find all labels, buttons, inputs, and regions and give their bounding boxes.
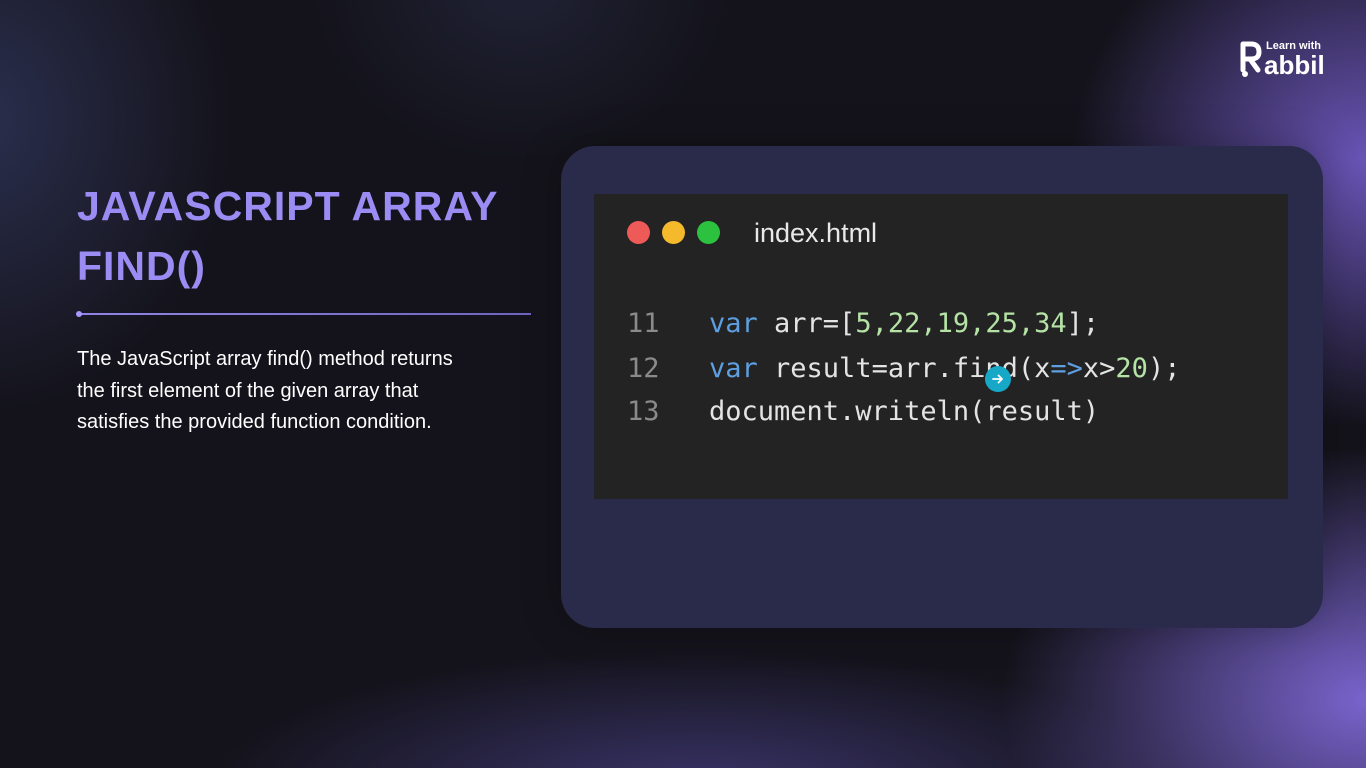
code-text: document.writeln(result) — [709, 396, 1100, 427]
code-numbers: 5,22,19,25,34 — [855, 308, 1067, 339]
slide-title-line-1: JAVASCRIPT ARRAY — [77, 183, 499, 229]
code-number: 20 — [1115, 353, 1148, 384]
code-arrow-operator: => — [1050, 353, 1083, 384]
description-line-2: the first element of the given array tha… — [77, 379, 419, 402]
logo-name-rest: abbil — [1264, 50, 1325, 80]
logo-name: abbil — [1264, 50, 1325, 80]
minimize-dot-icon — [662, 221, 685, 244]
rabbil-logo-icon — [1240, 41, 1262, 77]
maximize-dot-icon — [697, 221, 720, 244]
line-number: 11 — [627, 308, 660, 339]
code-line: 13 document.writeln(result) — [627, 392, 1099, 432]
divider-dot — [76, 311, 82, 317]
description-line-1: The JavaScript array find() method retur… — [77, 348, 453, 370]
close-dot-icon — [627, 221, 650, 244]
line-number: 12 — [627, 353, 660, 384]
code-line: 12 var result=arr.find(x=>x>20); — [627, 349, 1180, 389]
learn-with-rabbil-logo: Learn with abbil — [1240, 40, 1340, 80]
arrow-right-icon — [992, 374, 1003, 384]
editor-filename: index.html — [754, 218, 878, 248]
slide: Learn with abbil JAVASCRIPT ARRAY FIND()… — [0, 0, 1366, 768]
code-text: x> — [1082, 353, 1116, 384]
code-line: 11 var arr=[5,22,19,25,34]; — [627, 304, 1099, 344]
code-text: arr=[ — [757, 308, 856, 339]
description-line-3: satisfies the provided function conditio… — [77, 411, 432, 433]
slide-title: JAVASCRIPT ARRAY FIND() — [77, 176, 537, 296]
code-keyword: var — [709, 353, 758, 384]
slide-description: The JavaScript array find() method retur… — [77, 344, 527, 439]
code-keyword: var — [709, 308, 758, 339]
title-divider — [77, 313, 531, 315]
cursor-badge — [985, 366, 1011, 392]
code-text: ]; — [1066, 308, 1100, 339]
code-text: ); — [1147, 353, 1181, 384]
slide-title-line-2: FIND() — [77, 243, 206, 289]
line-number: 13 — [627, 396, 660, 427]
code-editor — [594, 194, 1288, 499]
